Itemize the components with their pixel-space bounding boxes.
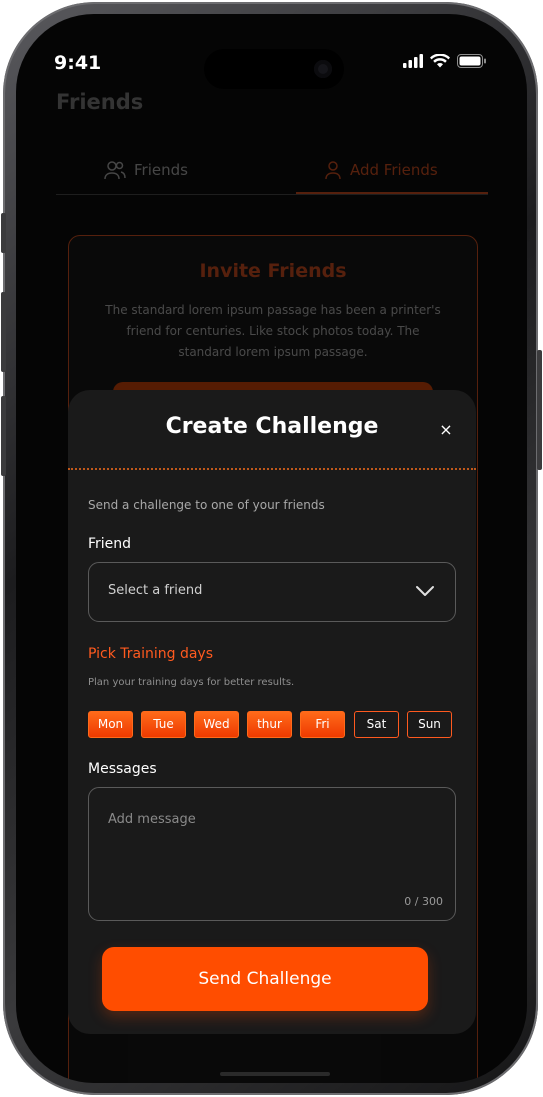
active-tab-indicator bbox=[296, 192, 488, 194]
volume-down-button bbox=[1, 396, 6, 476]
day-thur-chip[interactable]: thur bbox=[247, 711, 292, 738]
battery-icon bbox=[457, 54, 486, 68]
friend-select-placeholder: Select a friend bbox=[108, 583, 203, 598]
volume-up-button bbox=[1, 292, 6, 372]
home-indicator bbox=[220, 1072, 330, 1076]
day-wed-chip[interactable]: Wed bbox=[194, 711, 239, 738]
training-days-subtitle: Plan your training days for better resul… bbox=[88, 677, 295, 688]
send-challenge-button[interactable]: Send Challenge bbox=[102, 947, 428, 1011]
phone-screen: Friends Friends Add Friends Invite Frien… bbox=[16, 14, 527, 1083]
wifi-icon bbox=[430, 54, 450, 68]
messages-label: Messages bbox=[88, 761, 157, 777]
training-days-title: Pick Training days bbox=[88, 646, 214, 662]
modal-subtitle: Send a challenge to one of your friends bbox=[88, 498, 325, 512]
tab-bar: Friends Add Friends bbox=[56, 154, 488, 195]
friend-label: Friend bbox=[88, 536, 132, 552]
invite-description: The standard lorem ipsum passage has bee… bbox=[105, 303, 441, 359]
tab-add-friends[interactable]: Add Friends bbox=[324, 160, 438, 180]
page-title: Friends bbox=[56, 90, 144, 114]
cellular-signal-icon bbox=[403, 54, 423, 68]
day-tue-chip[interactable]: Tue bbox=[141, 711, 186, 738]
power-button bbox=[537, 350, 542, 470]
friend-select[interactable]: Select a friend bbox=[88, 562, 456, 622]
invite-title: Invite Friends bbox=[199, 260, 347, 282]
day-sat-chip[interactable]: Sat bbox=[354, 711, 399, 738]
tab-friends[interactable]: Friends bbox=[104, 160, 188, 180]
create-challenge-modal: Create Challenge × Send a challenge to o… bbox=[68, 390, 476, 1034]
close-button[interactable]: × bbox=[434, 418, 458, 442]
camera-icon bbox=[314, 60, 332, 78]
tab-friends-label: Friends bbox=[134, 161, 188, 179]
chevron-down-icon bbox=[416, 586, 434, 596]
day-mon-chip[interactable]: Mon bbox=[88, 711, 133, 738]
dotted-divider bbox=[68, 468, 476, 470]
message-placeholder: Add message bbox=[108, 812, 196, 827]
tab-add-friends-label: Add Friends bbox=[350, 161, 438, 179]
users-icon bbox=[104, 161, 126, 180]
status-time: 9:41 bbox=[54, 52, 102, 74]
add-user-icon bbox=[325, 161, 341, 180]
day-sun-chip[interactable]: Sun bbox=[407, 711, 452, 738]
modal-title: Create Challenge bbox=[165, 414, 379, 439]
status-icons bbox=[403, 54, 487, 68]
dynamic-island bbox=[204, 49, 344, 89]
character-count: 0 / 300 bbox=[404, 895, 443, 908]
day-fri-chip[interactable]: Fri bbox=[300, 711, 345, 738]
message-input[interactable]: Add message 0 / 300 bbox=[88, 787, 456, 921]
action-button bbox=[1, 213, 6, 253]
